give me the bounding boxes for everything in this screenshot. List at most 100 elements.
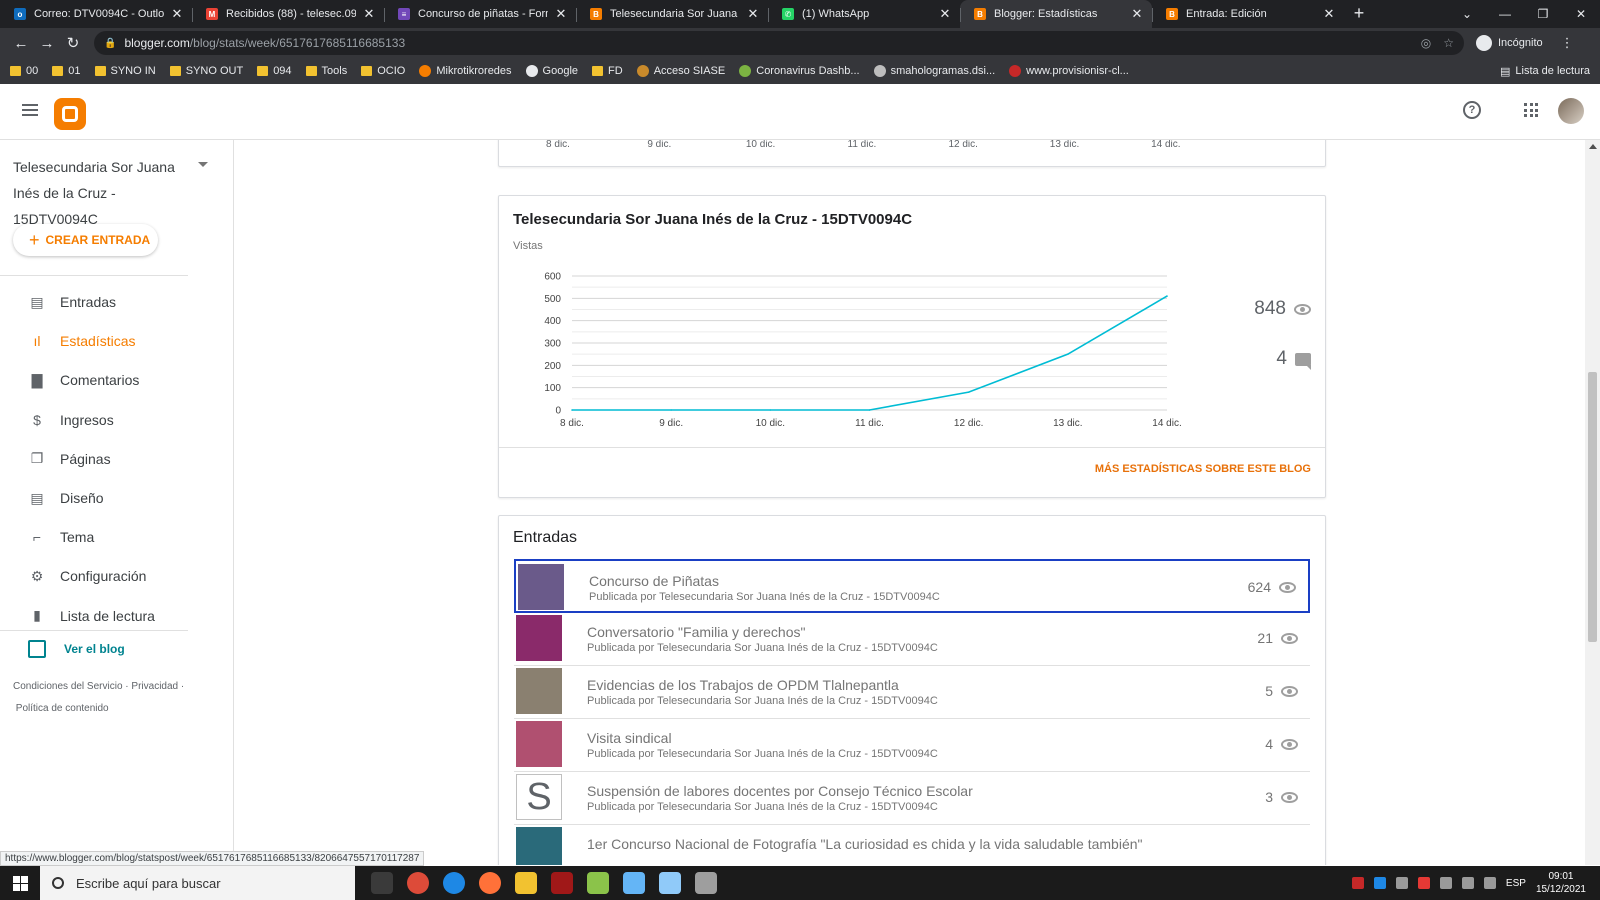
tray-app-icon[interactable] — [1373, 877, 1386, 889]
help-icon[interactable]: ? — [1463, 101, 1481, 119]
reading-list-button[interactable]: ▤ Lista de lectura — [1500, 65, 1590, 78]
bookmark-item[interactable]: 00 — [10, 65, 38, 77]
close-tab-icon[interactable]: ✕ — [362, 6, 376, 22]
clock[interactable]: 09:01 15/12/2021 — [1536, 870, 1586, 896]
tray-app-icon[interactable] — [1351, 877, 1364, 889]
bookmark-item[interactable]: 094 — [257, 65, 292, 77]
post-row[interactable]: Evidencias de los Trabajos de OPDM Tlaln… — [514, 665, 1310, 719]
star-icon[interactable]: ☆ — [1443, 36, 1454, 50]
eye-off-icon[interactable]: ◎ — [1421, 36, 1431, 50]
minimize-button[interactable]: — — [1486, 0, 1524, 28]
file-explorer-icon[interactable] — [515, 872, 537, 894]
browser-tab[interactable]: B Entrada: Edición ✕ — [1152, 0, 1344, 28]
address-bar[interactable]: 🔒 blogger.com/blog/stats/week/6517617685… — [94, 31, 1464, 55]
sidebar-item-pages[interactable]: ❐ Páginas — [0, 441, 188, 477]
bookmark-item[interactable]: OCIO — [361, 65, 405, 77]
forward-button[interactable]: → — [34, 35, 60, 52]
close-tab-icon[interactable]: ✕ — [746, 6, 760, 22]
sidebar-item-dollar[interactable]: $ Ingresos — [0, 402, 188, 438]
post-row[interactable]: Concurso de Piñatas Publicada por Telesec… — [514, 559, 1310, 613]
bookmark-item[interactable]: Tools — [305, 65, 347, 77]
task-view-icon[interactable] — [371, 872, 393, 894]
post-title[interactable]: 1er Concurso Nacional de Fotografía "La … — [587, 836, 1142, 852]
app-icon[interactable] — [659, 872, 681, 894]
bookmark-item[interactable]: www.provisionisr-cl... — [1009, 65, 1129, 77]
bookmark-item[interactable]: Google — [525, 65, 578, 77]
restore-button[interactable]: ❐ — [1524, 0, 1562, 28]
hamburger-menu-icon[interactable] — [22, 104, 38, 116]
paint-icon[interactable] — [587, 872, 609, 894]
sidebar-item-posts[interactable]: ▤ Entradas — [0, 284, 188, 320]
bookmark-item[interactable]: FD — [592, 65, 623, 77]
privacy-link[interactable]: Privacidad — [131, 681, 178, 692]
back-button[interactable]: ← — [8, 35, 34, 52]
kebab-menu-icon[interactable]: ⋮ — [1561, 35, 1574, 51]
taskbar-search-input[interactable]: Escribe aquí para buscar — [40, 866, 355, 900]
close-tab-icon[interactable]: ✕ — [938, 6, 952, 22]
sidebar-item-paint-roller[interactable]: ⌐ Tema — [0, 519, 188, 555]
browser-tab[interactable]: M Recibidos (88) - telesec.094vm@ ✕ — [192, 0, 384, 28]
bookmark-item[interactable]: SYNO IN — [94, 65, 156, 77]
blogger-logo[interactable] — [54, 98, 86, 130]
internet-explorer-icon[interactable] — [443, 872, 465, 894]
blog-selector-caret-icon[interactable] — [198, 162, 208, 167]
browser-tab[interactable]: B Blogger: Estadísticas ✕ — [960, 0, 1152, 28]
new-tab-button[interactable]: + — [1344, 0, 1374, 28]
calculator-icon[interactable] — [695, 872, 717, 894]
sidebar-item-comments[interactable]: ▇ Comentarios — [0, 362, 188, 398]
create-post-button[interactable]: + CREAR ENTRADA — [13, 224, 158, 256]
bookmark-item[interactable]: 01 — [52, 65, 81, 77]
close-tab-icon[interactable]: ✕ — [1130, 6, 1144, 22]
post-title[interactable]: Suspensión de labores docentes por Conse… — [587, 783, 973, 799]
sidebar-item-stats[interactable]: ıl Estadísticas — [0, 323, 188, 359]
close-tab-icon[interactable]: ✕ — [554, 6, 568, 22]
blog-selector[interactable]: Telesecundaria Sor Juana Inés de la Cruz… — [13, 154, 193, 232]
terms-link[interactable]: Condiciones del Servicio — [13, 681, 123, 692]
bookmark-item[interactable]: SYNO OUT — [169, 65, 243, 77]
app-icon[interactable] — [623, 872, 645, 894]
post-row[interactable]: S Suspensión de labores docentes por Cons… — [514, 771, 1310, 825]
tray-app-icon[interactable] — [1395, 877, 1408, 889]
browser-tab[interactable]: ✆ (1) WhatsApp ✕ — [768, 0, 960, 28]
bookmark-item[interactable]: Coronavirus Dashb... — [739, 65, 860, 77]
browser-tab[interactable]: B Telesecundaria Sor Juana Inés de ✕ — [576, 0, 768, 28]
close-tab-icon[interactable]: ✕ — [170, 6, 184, 22]
sidebar-item-bookmark[interactable]: ▮ Lista de lectura — [0, 598, 188, 634]
tray-app-icon[interactable] — [1417, 877, 1430, 889]
bookmark-item[interactable]: Mikrotikroredes — [419, 65, 512, 77]
volume-icon[interactable] — [1483, 877, 1496, 889]
post-title[interactable]: Concurso de Piñatas — [589, 573, 719, 589]
post-title[interactable]: Conversatorio "Familia y derechos" — [587, 624, 805, 640]
browser-tab[interactable]: ≡ Concurso de piñatas - Formulari ✕ — [384, 0, 576, 28]
app-icon[interactable] — [551, 872, 573, 894]
more-stats-link[interactable]: MÁS ESTADÍSTICAS SOBRE ESTE BLOG — [1095, 463, 1311, 475]
tray-app-icon[interactable] — [1439, 877, 1452, 889]
network-icon[interactable] — [1461, 877, 1474, 889]
incognito-indicator[interactable]: Incógnito — [1476, 35, 1543, 51]
windows-start-icon[interactable] — [0, 866, 40, 900]
post-row[interactable]: Visita sindical Publicada por Telesecunda… — [514, 718, 1310, 772]
content-policy-link[interactable]: Política de contenido — [16, 703, 109, 714]
post-row[interactable]: Conversatorio "Familia y derechos" Public… — [514, 612, 1310, 666]
tab-search-icon[interactable]: ⌄ — [1448, 0, 1486, 28]
close-window-button[interactable]: ✕ — [1562, 0, 1600, 28]
avatar[interactable] — [1558, 98, 1584, 124]
bookmark-item[interactable]: Acceso SIASE — [636, 65, 725, 77]
post-title[interactable]: Evidencias de los Trabajos de OPDM Tlaln… — [587, 677, 899, 693]
language-indicator[interactable]: ESP — [1506, 878, 1526, 889]
reload-button[interactable]: ↻ — [60, 34, 86, 52]
post-row[interactable]: 1er Concurso Nacional de Fotografía "La … — [514, 824, 1310, 865]
sidebar-item-gear[interactable]: ⚙ Configuración — [0, 558, 188, 594]
page-scrollbar[interactable] — [1585, 140, 1600, 865]
apps-grid-icon[interactable] — [1524, 103, 1538, 117]
scrollbar-thumb[interactable] — [1588, 372, 1597, 642]
close-tab-icon[interactable]: ✕ — [1322, 6, 1336, 22]
browser-tab[interactable]: o Correo: DTV0094C - Outlook ✕ — [0, 0, 192, 28]
post-title[interactable]: Visita sindical — [587, 730, 672, 746]
chrome-icon[interactable] — [407, 872, 429, 894]
sidebar-item-layout[interactable]: ▤ Diseño — [0, 480, 188, 516]
scroll-up-icon[interactable] — [1589, 144, 1597, 149]
view-blog-link[interactable]: Ver el blog — [28, 640, 125, 658]
bookmark-item[interactable]: smahologramas.dsi... — [873, 65, 995, 77]
firefox-icon[interactable] — [479, 872, 501, 894]
